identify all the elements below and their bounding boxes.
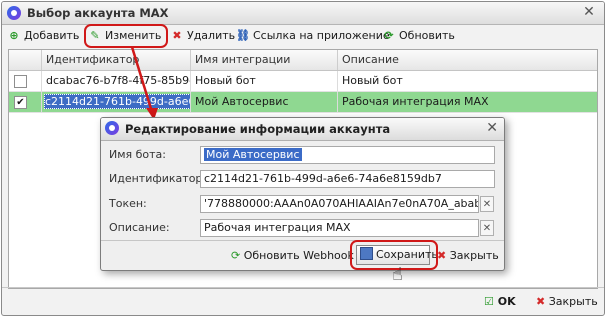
- dialog-close-label: Закрыть: [449, 249, 499, 262]
- clear-icon[interactable]: ✕: [480, 196, 494, 212]
- clear-icon[interactable]: ✕: [480, 220, 494, 236]
- bot-name-field[interactable]: Мой Автосервис: [200, 146, 495, 164]
- bot-name-label: Имя бота:: [109, 148, 167, 161]
- token-field[interactable]: '778880000:AAAn0A070AHIAAIAn7e0nA70A_aba…: [200, 195, 479, 213]
- dialog-close-button[interactable]: ✖ Закрыть: [437, 247, 499, 264]
- dialog-title-bar: Редактирование информации аккаунта ✕: [101, 118, 504, 141]
- description-field[interactable]: Рабочая интеграция MAX: [200, 219, 479, 237]
- dialog-title: Редактирование информации аккаунта: [125, 122, 391, 136]
- dialog-footer: ⟳ Обновить Webhook Сохранить ✖ Закрыть: [101, 240, 504, 270]
- bot-name-value: Мой Автосервис: [204, 148, 302, 161]
- edit-account-dialog: Редактирование информации аккаунта ✕ Имя…: [100, 117, 505, 271]
- update-webhook-button[interactable]: ⟳ Обновить Webhook: [231, 247, 354, 264]
- save-icon: [360, 247, 373, 260]
- cursor-hand-icon: ☝: [392, 264, 403, 285]
- token-label: Токен:: [109, 197, 147, 210]
- refresh-icon: ⟳: [231, 249, 241, 262]
- close-icon[interactable]: ✕: [486, 119, 498, 137]
- save-button[interactable]: Сохранить: [356, 245, 438, 265]
- update-webhook-label: Обновить Webhook: [243, 249, 354, 262]
- save-button-label: Сохранить: [376, 248, 438, 261]
- description-label: Описание:: [109, 221, 170, 234]
- close-icon: ✖: [437, 249, 447, 262]
- id-field[interactable]: c2114d21-761b-499d-a6e6-74a6e8159db7: [200, 170, 495, 188]
- id-label: Идентификатор:: [109, 172, 207, 185]
- app-logo-icon: [105, 121, 119, 135]
